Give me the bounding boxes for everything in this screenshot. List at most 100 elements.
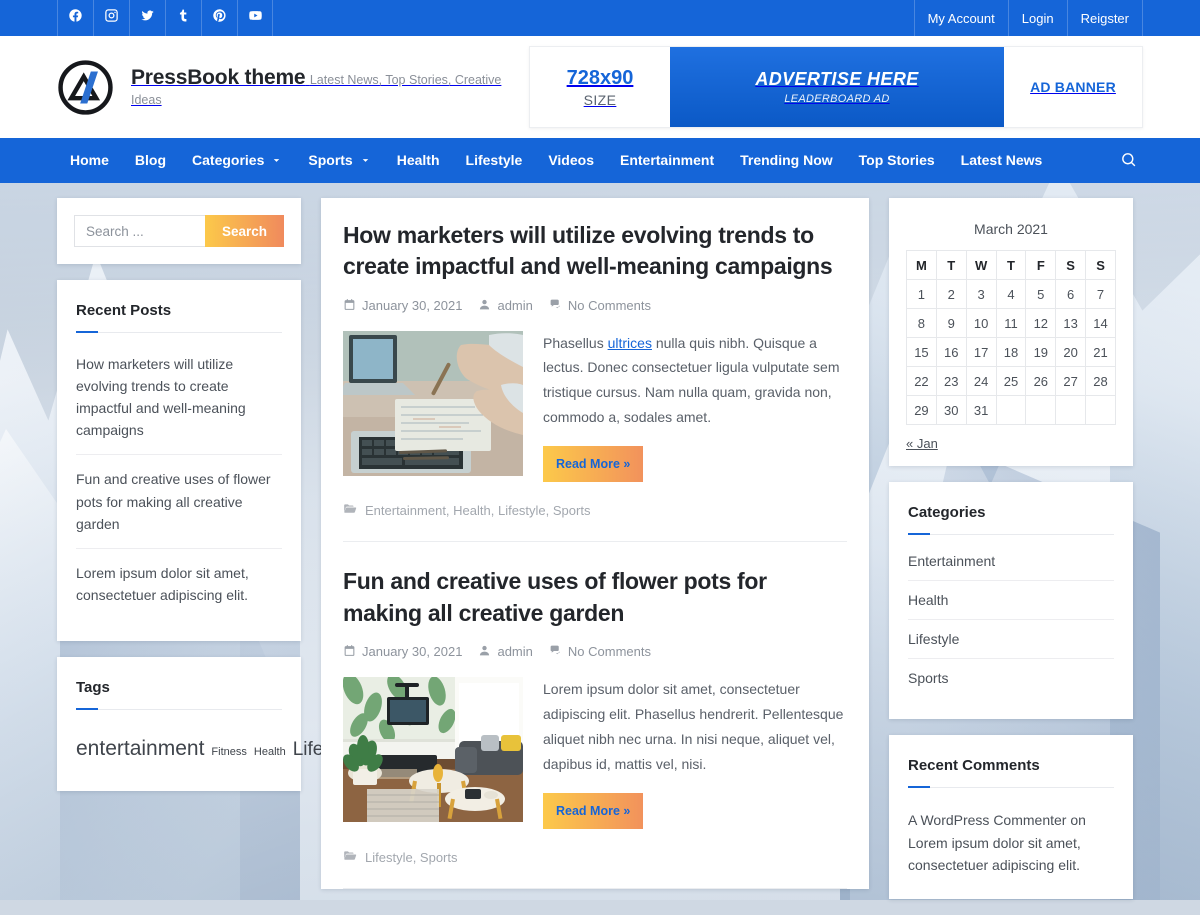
nav-item-list: Home Blog Categories Sports Health Lifes…	[57, 138, 1055, 183]
calendar-day[interactable]: 11	[996, 309, 1026, 338]
calendar-icon	[343, 298, 356, 314]
post-comments-text: No Comments	[568, 298, 651, 313]
calendar-day[interactable]: 13	[1056, 309, 1086, 338]
category-link-health[interactable]: Health	[908, 581, 1114, 619]
weekday-sat: S	[1056, 251, 1086, 280]
nav-item-sports[interactable]: Sports	[295, 138, 383, 183]
recent-post-link[interactable]: Lorem ipsum dolor sit amet, consectetuer…	[76, 549, 282, 619]
account-link-register[interactable]: Reigster	[1067, 0, 1143, 36]
post-title-link[interactable]: Fun and creative uses of flower pots for…	[343, 568, 767, 625]
calendar-day[interactable]: 23	[936, 367, 966, 396]
read-more-button[interactable]: Read More »	[543, 446, 643, 482]
post-date: January 30, 2021	[343, 298, 462, 314]
excerpt-inline-link[interactable]: ultrices	[608, 335, 652, 351]
nav-item-blog[interactable]: Blog	[122, 138, 179, 183]
post-thumbnail-link[interactable]	[343, 677, 523, 822]
calendar-day[interactable]: 6	[1056, 280, 1086, 309]
recent-post-link[interactable]: Fun and creative uses of flower pots for…	[76, 455, 282, 547]
nav-item-videos[interactable]: Videos	[535, 138, 607, 183]
site-branding[interactable]: PressBook theme Latest News, Top Stories…	[57, 59, 529, 116]
calendar-day[interactable]: 17	[966, 338, 996, 367]
post-categories-text[interactable]: Lifestyle, Sports	[365, 850, 458, 865]
ad-center-block: ADVERTISE HERE LEADERBOARD AD	[670, 47, 1004, 127]
comment-icon	[549, 298, 562, 314]
post-title-link[interactable]: How marketers will utilize evolving tren…	[343, 222, 832, 279]
nav-item-lifestyle[interactable]: Lifestyle	[453, 138, 536, 183]
facebook-icon	[68, 8, 83, 28]
read-more-button[interactable]: Read More »	[543, 793, 643, 829]
calendar-day[interactable]: 30	[936, 396, 966, 425]
calendar-day[interactable]: 16	[936, 338, 966, 367]
recent-post-link[interactable]: How marketers will utilize evolving tren…	[76, 340, 282, 454]
social-link-facebook[interactable]	[57, 0, 93, 36]
post-thumbnail-link[interactable]	[343, 331, 523, 476]
calendar-day[interactable]: 4	[996, 280, 1026, 309]
calendar-day[interactable]: 15	[907, 338, 937, 367]
social-link-instagram[interactable]	[93, 0, 129, 36]
calendar-day[interactable]: 8	[907, 309, 937, 338]
ad-subline: LEADERBOARD AD	[784, 93, 889, 105]
calendar-day[interactable]: 5	[1026, 280, 1056, 309]
weekday-sun: S	[1086, 251, 1116, 280]
post-categories-text[interactable]: Entertainment, Health, Lifestyle, Sports	[365, 503, 590, 518]
list-item: Lifestyle	[908, 620, 1114, 659]
social-link-tumblr[interactable]	[165, 0, 201, 36]
calendar-day[interactable]: 7	[1086, 280, 1116, 309]
social-link-youtube[interactable]	[237, 0, 273, 36]
posts-container: How marketers will utilize evolving tren…	[321, 198, 869, 889]
laptop-desk-photo	[343, 331, 523, 476]
ad-size-block: 728x90 SIZE	[530, 47, 670, 127]
site-title: PressBook theme	[131, 66, 305, 89]
calendar-day[interactable]: 24	[966, 367, 996, 396]
nav-item-categories[interactable]: Categories	[179, 138, 295, 183]
social-link-twitter[interactable]	[129, 0, 165, 36]
calendar-day[interactable]: 10	[966, 309, 996, 338]
category-link-sports[interactable]: Sports	[908, 659, 1114, 697]
calendar-day[interactable]: 26	[1026, 367, 1056, 396]
calendar-widget: March 2021 M T W T F S S 1	[889, 198, 1133, 466]
nav-search-button[interactable]	[1114, 145, 1143, 177]
account-link-login[interactable]: Login	[1008, 0, 1067, 36]
nav-item-trending-now[interactable]: Trending Now	[727, 138, 846, 183]
calendar-week-row: 22 23 24 25 26 27 28	[907, 367, 1116, 396]
calendar-day[interactable]: 31	[966, 396, 996, 425]
calendar-day[interactable]: 18	[996, 338, 1026, 367]
search-icon	[1120, 151, 1137, 171]
nav-item-top-stories[interactable]: Top Stories	[846, 138, 948, 183]
calendar-day[interactable]: 14	[1086, 309, 1116, 338]
calendar-day[interactable]: 21	[1086, 338, 1116, 367]
leaderboard-ad-banner[interactable]: 728x90 SIZE ADVERTISE HERE LEADERBOARD A…	[529, 46, 1143, 128]
tag-link-entertainment[interactable]: entertainment	[76, 737, 204, 760]
calendar-day[interactable]: 9	[936, 309, 966, 338]
nav-item-latest-news[interactable]: Latest News	[948, 138, 1056, 183]
search-input[interactable]	[74, 215, 205, 247]
category-link-lifestyle[interactable]: Lifestyle	[908, 620, 1114, 658]
calendar-day[interactable]: 1	[907, 280, 937, 309]
post-body: Phasellus ultrices nulla quis nibh. Quis…	[343, 331, 847, 483]
calendar-day[interactable]: 22	[907, 367, 937, 396]
post-body: Lorem ipsum dolor sit amet, consectetuer…	[343, 677, 847, 829]
calendar-day[interactable]: 28	[1086, 367, 1116, 396]
comment-icon	[549, 644, 562, 660]
calendar-day[interactable]: 20	[1056, 338, 1086, 367]
nav-item-health[interactable]: Health	[384, 138, 453, 183]
user-icon	[478, 644, 491, 660]
category-link-entertainment[interactable]: Entertainment	[908, 542, 1114, 580]
calendar-day[interactable]: 3	[966, 280, 996, 309]
nav-item-entertainment[interactable]: Entertainment	[607, 138, 727, 183]
account-link-my-account[interactable]: My Account	[914, 0, 1008, 36]
search-widget: Search	[57, 198, 301, 264]
calendar-day[interactable]: 29	[907, 396, 937, 425]
calendar-prev-month-link[interactable]: « Jan	[906, 436, 938, 451]
search-submit-button[interactable]: Search	[205, 215, 284, 247]
calendar-day[interactable]: 25	[996, 367, 1026, 396]
tag-link-health[interactable]: Health	[254, 746, 286, 758]
calendar-day[interactable]: 12	[1026, 309, 1056, 338]
calendar-day[interactable]: 27	[1056, 367, 1086, 396]
nav-item-home[interactable]: Home	[57, 138, 122, 183]
social-link-pinterest[interactable]	[201, 0, 237, 36]
calendar-day[interactable]: 19	[1026, 338, 1056, 367]
tag-link-fitness[interactable]: Fitness	[211, 746, 246, 758]
calendar-day[interactable]: 2	[936, 280, 966, 309]
ad-banner-label: AD BANNER	[1004, 47, 1142, 127]
